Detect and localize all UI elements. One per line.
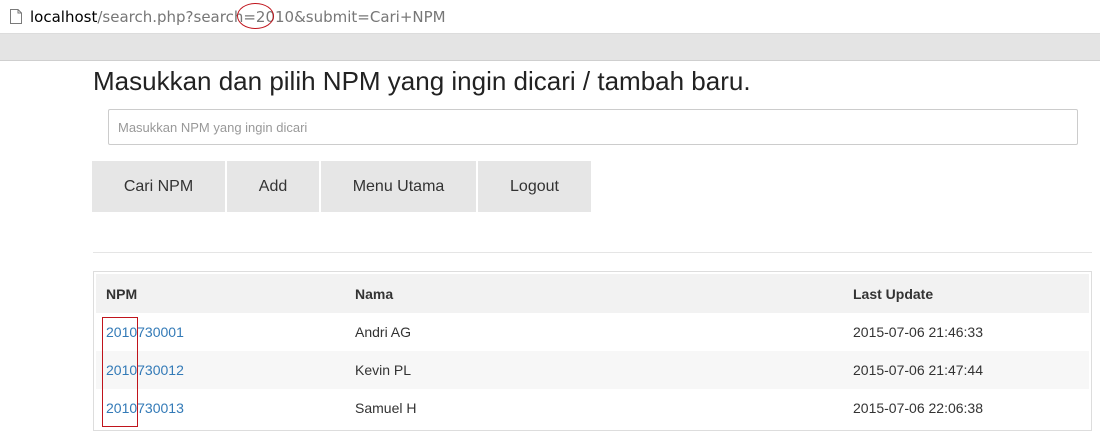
table-row: 2010730013 Samuel H 2015-07-06 22:06:38 [96,389,1089,427]
last-update-cell: 2015-07-06 21:47:44 [843,351,1089,389]
header-nama: Nama [345,274,843,313]
logout-button[interactable]: Logout [478,161,591,212]
page-title: Masukkan dan pilih NPM yang ingin dicari… [93,66,751,96]
header-last-update: Last Update [843,274,1089,313]
page-icon [10,9,22,24]
last-update-cell: 2015-07-06 22:06:38 [853,400,983,416]
npm-prefix-highlight-box [102,317,138,427]
add-button[interactable]: Add [227,161,319,212]
divider [93,252,1092,253]
table-row: 2010730012 Kevin PL 2015-07-06 21:47:44 [96,351,1089,389]
main-menu-button[interactable]: Menu Utama [321,161,476,212]
table-row: 2010730001 Andri AG 2015-07-06 21:46:33 [96,313,1089,351]
header-npm: NPM [96,274,345,313]
nama-cell: Kevin PL [345,351,843,389]
search-button[interactable]: Cari NPM [92,161,225,212]
url-highlight-circle [237,3,274,29]
search-input[interactable] [108,109,1078,145]
results-table: NPM Nama Last Update 2010730001 Andri AG… [96,274,1089,427]
results-table-wrapper: NPM Nama Last Update 2010730001 Andri AG… [93,271,1092,431]
address-bar[interactable]: localhost/search.php?search=2010&submit=… [0,0,1100,34]
url-host: localhost [30,8,98,26]
browser-toolbar-strip [0,34,1100,61]
nama-cell: Samuel H [355,400,417,416]
last-update-cell: 2015-07-06 21:46:33 [853,324,983,340]
table-header-row: NPM Nama Last Update [96,274,1089,313]
nama-cell: Andri AG [355,324,412,340]
